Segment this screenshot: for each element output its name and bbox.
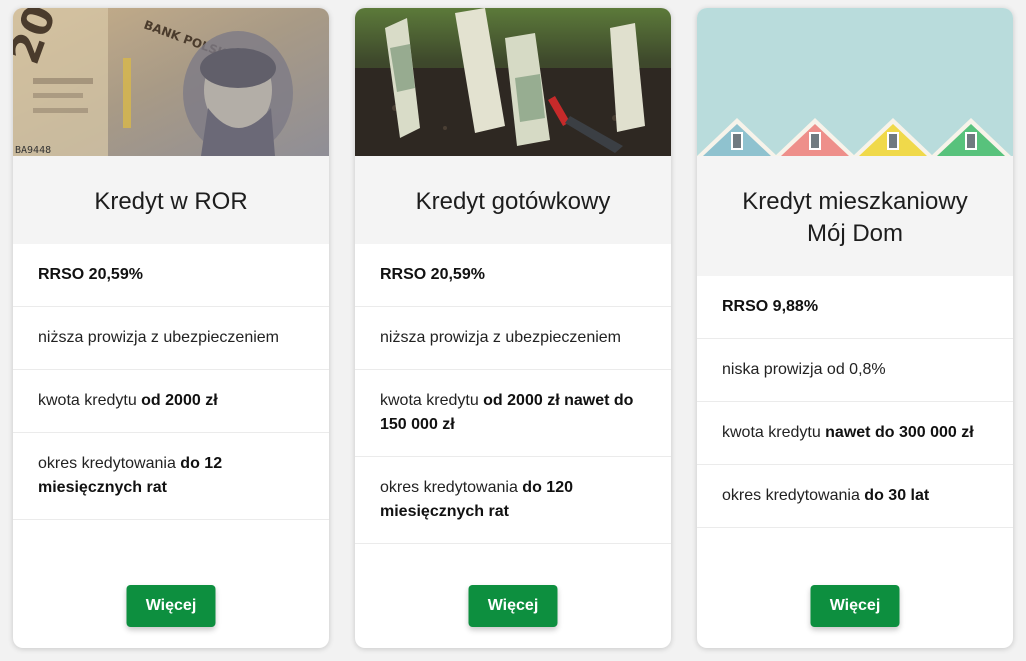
feature-period: okres kredytowania do 120 miesięcznych r… [355,457,671,544]
banknote-image: 20 BANK POLSKI BA9448 [13,8,329,156]
house-roofs-image [697,8,1013,156]
loan-offers: 20 BANK POLSKI BA9448 Kredyt w ROR RRSO … [0,0,1026,661]
feature-amount: kwota kredytu od 2000 zł [13,370,329,433]
feature-amount: kwota kredytu od 2000 zł nawet do 150 00… [355,370,671,457]
feature-period: okres kredytowania do 12 miesięcznych ra… [13,433,329,520]
more-button[interactable]: Więcej [468,585,558,627]
card-title-line-2: Mój Dom [806,220,903,247]
svg-text:BA9448: BA9448 [15,145,51,156]
feature-rrso: RRSO 20,59% [13,244,329,307]
feature-period: okres kredytowania do 30 lat [697,465,1013,528]
feature-list: RRSO 9,88% niska prowizja od 0,8% kwota … [697,276,1013,528]
feature-list: RRSO 20,59% niższa prowizja z ubezpiecze… [13,244,329,520]
money-in-soil-image [355,8,671,156]
card-title: Kredyt mieszkaniowy Mój Dom [697,156,1013,276]
card-kredyt-gotowkowy: Kredyt gotówkowy RRSO 20,59% niższa prow… [355,8,671,648]
more-button[interactable]: Więcej [126,585,216,627]
feature-rrso: RRSO 20,59% [355,244,671,307]
feature-rrso: RRSO 9,88% [697,276,1013,339]
feature-amount: kwota kredytu nawet do 300 000 zł [697,402,1013,465]
card-title: Kredyt gotówkowy [355,156,671,244]
feature-list: RRSO 20,59% niższa prowizja z ubezpiecze… [355,244,671,544]
card-title: Kredyt w ROR [13,156,329,244]
feature-commission: niższa prowizja z ubezpieczeniem [13,307,329,370]
feature-commission: niska prowizja od 0,8% [697,339,1013,402]
more-button[interactable]: Więcej [810,585,900,627]
card-title-line-1: Kredyt mieszkaniowy [742,188,968,215]
card-kredyt-mieszkaniowy: Kredyt mieszkaniowy Mój Dom RRSO 9,88% n… [697,8,1013,648]
card-kredyt-w-ror: 20 BANK POLSKI BA9448 Kredyt w ROR RRSO … [13,8,329,648]
feature-commission: niższa prowizja z ubezpieczeniem [355,307,671,370]
